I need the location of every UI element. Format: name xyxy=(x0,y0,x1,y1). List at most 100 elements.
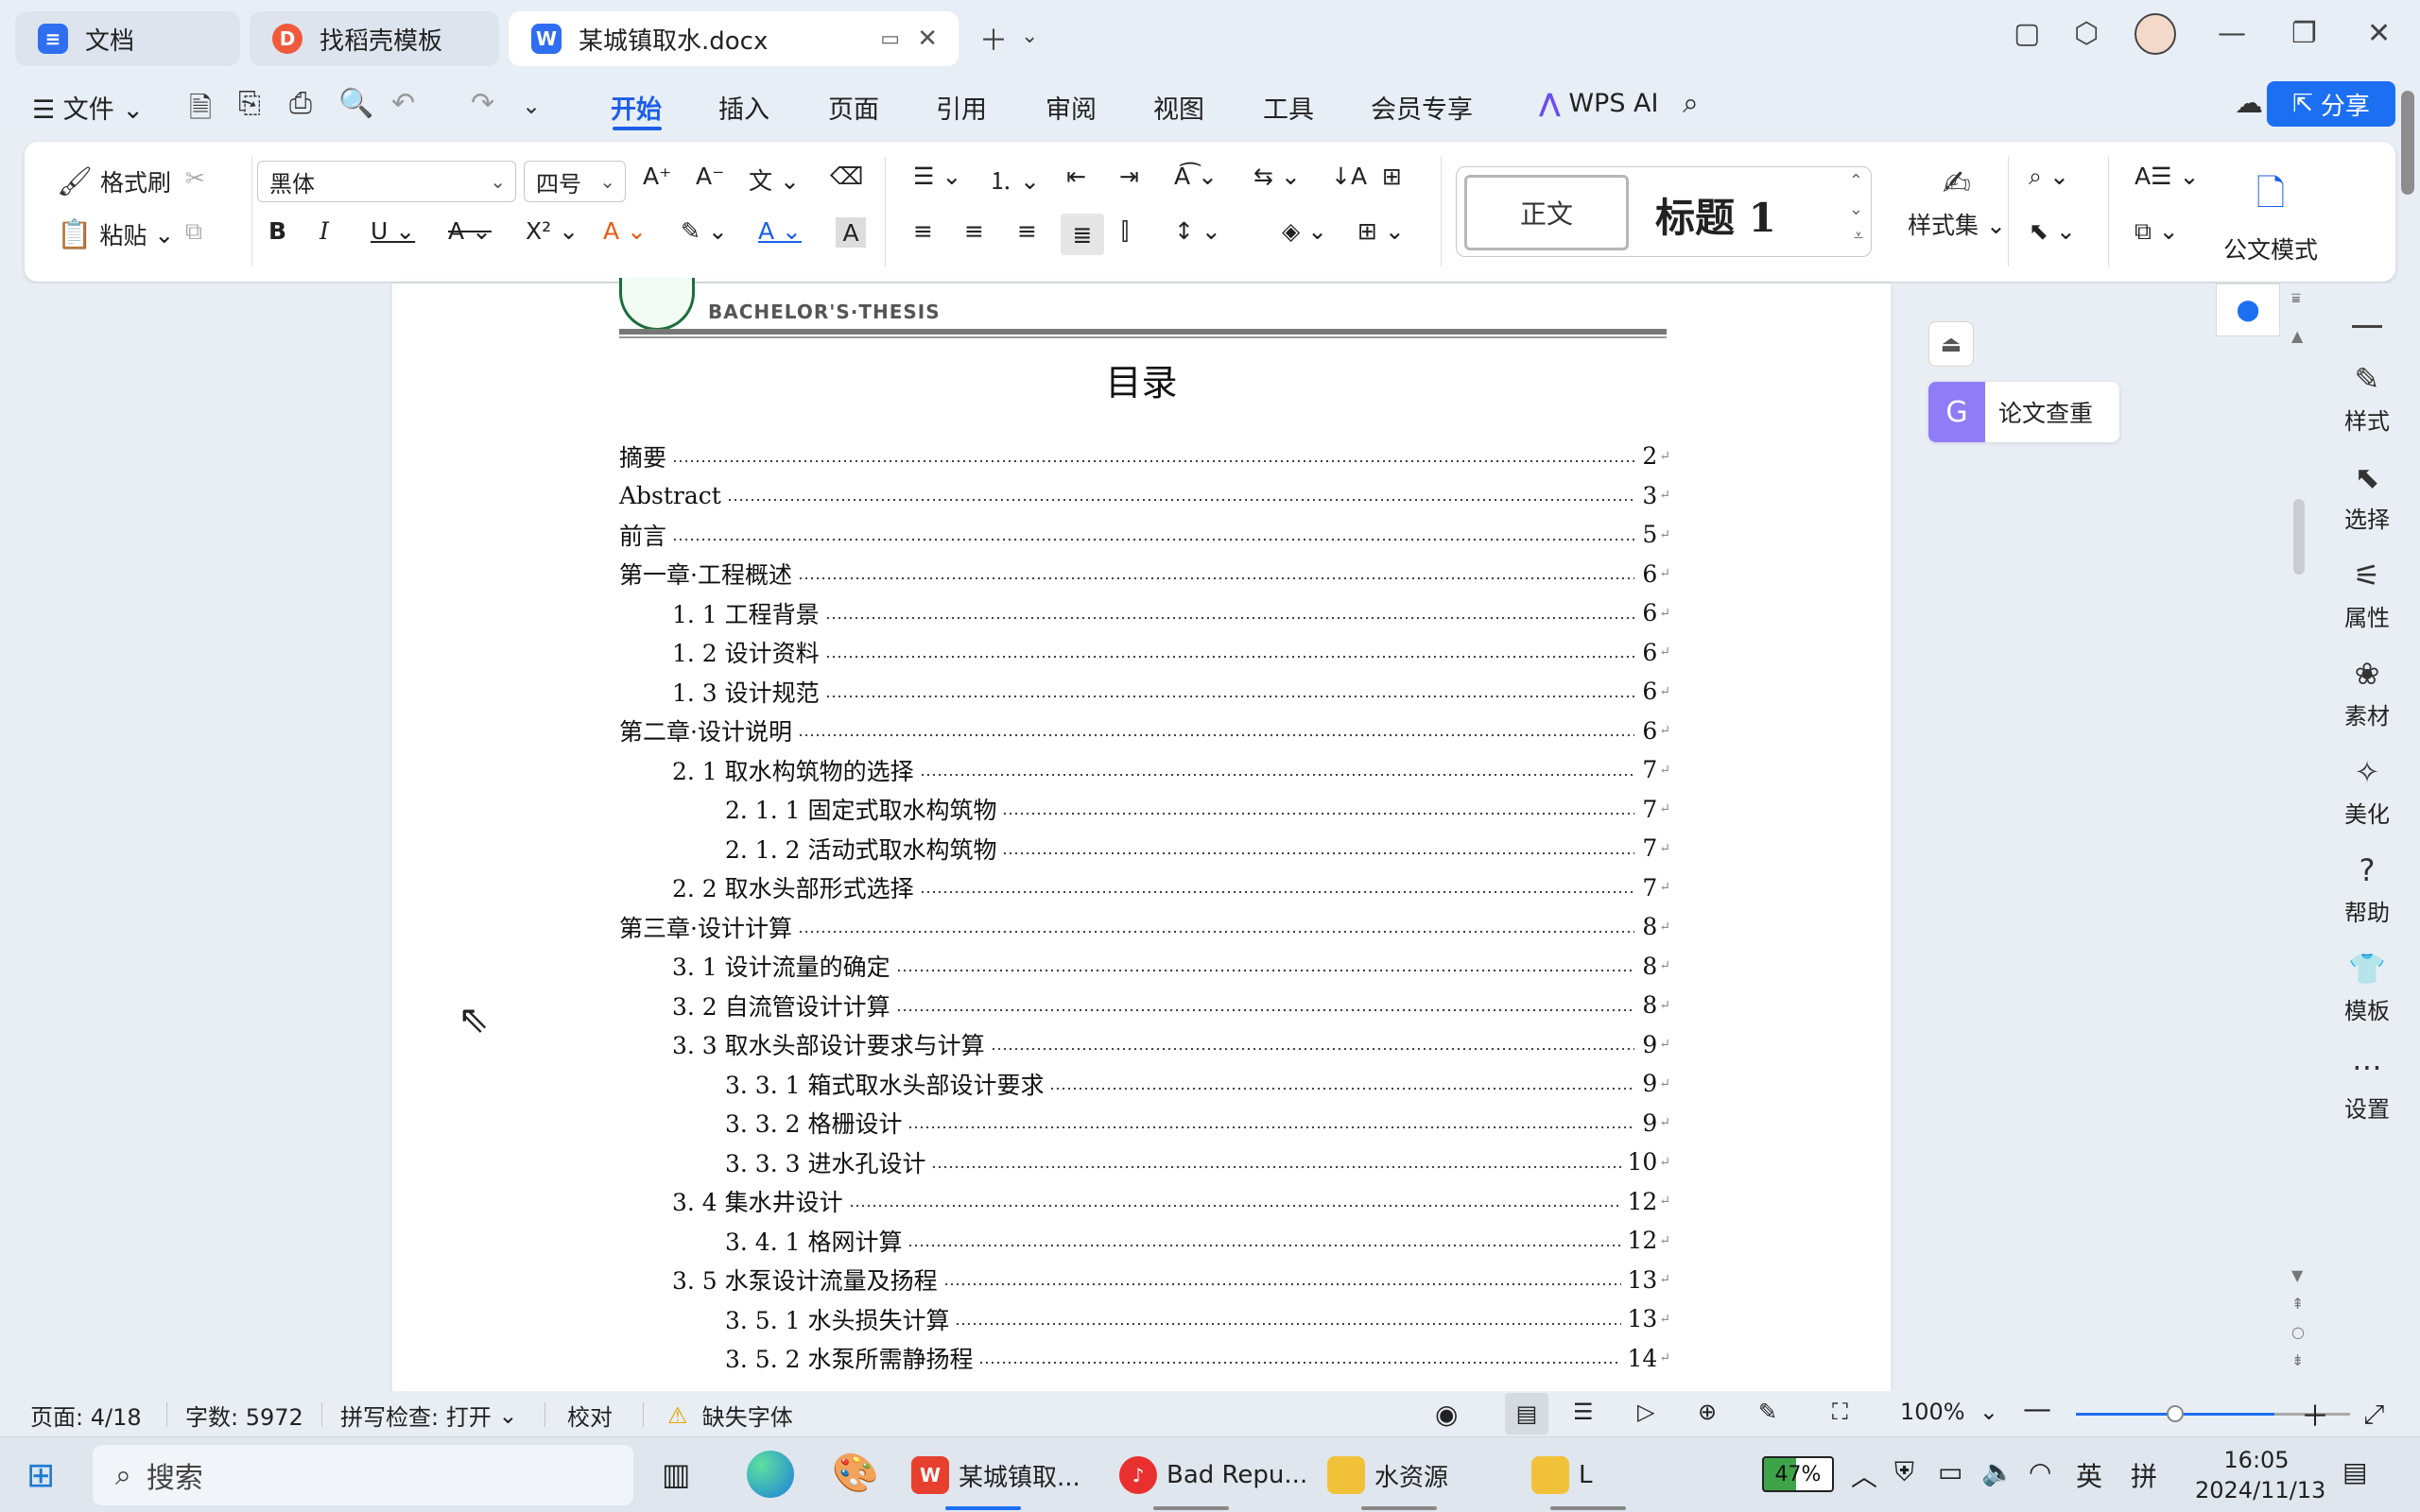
restore-icon[interactable]: ❐ xyxy=(2291,17,2317,50)
play-icon[interactable]: ▷ xyxy=(1637,1399,1654,1425)
paper-check-button[interactable]: G 论文查重 xyxy=(1928,382,2119,442)
shapes-icon[interactable]: ⧉ ⌄ xyxy=(2135,217,2179,246)
toc-entry[interactable]: 2. 1. 2 活动式取水构筑物 7 ↵ xyxy=(619,829,1670,868)
char-shading-icon[interactable]: A xyxy=(836,217,866,248)
eraser-icon[interactable]: ⌫ xyxy=(830,163,863,190)
scroll-up-arrow[interactable]: ▲ xyxy=(2291,327,2303,345)
toc-entry[interactable]: 3. 5. 1 水头损失计算 13 ↵ xyxy=(619,1299,1670,1339)
toc-entry[interactable]: 3. 1 设计流量的确定 8 ↵ xyxy=(619,947,1670,987)
increase-indent-icon[interactable]: ⇥ xyxy=(1119,163,1139,190)
proofread-button[interactable]: 校对 xyxy=(567,1399,613,1432)
new-tab-icon[interactable]: ＋ xyxy=(979,17,1008,59)
ime-language[interactable]: 英 xyxy=(2076,1456,2102,1494)
tab-current-document[interactable]: W 某城镇取水.docx ▭ ✕ xyxy=(509,11,959,66)
scroll-down-icon[interactable]: ⌄ xyxy=(1849,199,1863,219)
align-right-icon[interactable]: ≡ xyxy=(1017,217,1037,245)
window-icon[interactable]: ▭ xyxy=(880,27,900,51)
tab-member[interactable]: 会员专享 xyxy=(1371,89,1473,126)
close-tab-icon[interactable]: ✕ xyxy=(917,25,938,53)
numbered-list-icon[interactable]: ⒈ ⌄ xyxy=(989,163,1040,197)
volume-icon[interactable]: 🔈 xyxy=(1981,1456,2014,1487)
chevron-down-icon[interactable]: ⌄ xyxy=(1021,25,1038,48)
task-view-icon[interactable]: ▥ xyxy=(662,1456,690,1492)
export-icon[interactable]: ⎘ xyxy=(238,87,261,120)
document-page[interactable]: BACHELOR'S·THESIS 目录 摘要 2 ↵ Abstract 3 ↵ 前言 5 ↵ 第… xyxy=(392,278,1891,1391)
zoom-out-icon[interactable]: — xyxy=(2023,1393,2051,1426)
toc-entry[interactable]: 前言 5 ↵ xyxy=(619,515,1670,555)
edge-icon[interactable] xyxy=(747,1451,794,1498)
cube-icon[interactable]: ⬡ xyxy=(2074,17,2099,50)
toc-entry[interactable]: 1. 2 设计资料 6 ↵ xyxy=(619,633,1670,673)
outline-view-icon[interactable]: ☰ xyxy=(1573,1399,1594,1425)
right-panel-magic[interactable]: ✧ 美化 xyxy=(2314,754,2420,829)
prev-page-icon[interactable]: ⇞ xyxy=(2291,1295,2304,1313)
right-panel-cursor[interactable]: ⬉ 选择 xyxy=(2314,459,2420,534)
tab-review[interactable]: 审阅 xyxy=(1046,89,1097,126)
decrease-indent-icon[interactable]: ⇤ xyxy=(1066,163,1086,190)
page-view-icon[interactable]: ▤ xyxy=(1505,1393,1548,1435)
toc-entry[interactable]: 第三章·设计计算 8 ↵ xyxy=(619,907,1670,947)
style-set-button[interactable]: ✍ 样式集 ⌄ xyxy=(1908,164,2006,241)
right-panel-pen[interactable]: ✎ 样式 xyxy=(2314,361,2420,436)
toc-entry[interactable]: 3. 3. 2 格栅设计 9 ↵ xyxy=(619,1104,1670,1143)
close-window-icon[interactable]: ✕ xyxy=(2367,17,2391,50)
toc-entry[interactable]: 第二章·设计说明 6 ↵ xyxy=(619,712,1670,751)
minimize-icon[interactable]: — xyxy=(2218,17,2246,50)
select-browse-icon[interactable]: ○ xyxy=(2291,1323,2305,1341)
bullet-list-icon[interactable]: ☰ ⌄ xyxy=(913,163,961,190)
toc-entry[interactable]: Abstract 3 ↵ xyxy=(619,476,1670,516)
toc-entry[interactable]: 3. 5. 2 水泵所需静扬程 14 ↵ xyxy=(619,1339,1670,1379)
grow-font-icon[interactable]: A⁺ xyxy=(643,163,671,190)
font-name-select[interactable]: 黑体 ⌄ xyxy=(257,161,516,202)
sort-icon[interactable]: ↓A xyxy=(1331,163,1367,190)
toc-entry[interactable]: 2. 1 取水构筑物的选择 7 ↵ xyxy=(619,750,1670,790)
toc-entry[interactable]: 3. 2 自流管设计计算 8 ↵ xyxy=(619,986,1670,1025)
battery-indicator[interactable]: 47% xyxy=(1762,1456,1834,1492)
toc-entry[interactable]: 3. 3. 3 进水孔设计 10 ↵ xyxy=(619,1143,1670,1182)
text-direction-icon[interactable]: A͡ ⌄ xyxy=(1174,163,1218,190)
ime-mode[interactable]: 拼 xyxy=(2131,1456,2157,1494)
window-scrollbar[interactable] xyxy=(2401,91,2414,195)
collapse-panel-icon[interactable] xyxy=(2352,325,2382,328)
toc-entry[interactable]: 2. 1. 1 固定式取水构筑物 7 ↵ xyxy=(619,790,1670,830)
more-chevron-icon[interactable]: ⌄ xyxy=(522,93,541,119)
toc-entry[interactable]: 3. 3 取水头部设计要求与计算 9 ↵ xyxy=(619,1025,1670,1065)
font-size-select[interactable]: 四号 ⌄ xyxy=(524,161,626,202)
print-preview-icon[interactable]: 🔍 xyxy=(338,87,373,120)
eye-protection-icon[interactable]: ◉ xyxy=(1435,1399,1458,1430)
justify-icon[interactable]: ≣ xyxy=(1061,214,1104,255)
fullscreen-icon[interactable]: ⤢ xyxy=(2363,1399,2384,1431)
borders-icon[interactable]: ⊞ ⌄ xyxy=(1357,217,1405,245)
zoom-slider-knob[interactable] xyxy=(2167,1405,2184,1422)
tab-insert[interactable]: 插入 xyxy=(718,89,769,126)
cloud-upload-icon[interactable]: ☁ xyxy=(2235,87,2263,120)
text-effect-icon[interactable]: A ⌄ xyxy=(603,217,647,245)
right-panel-more[interactable]: ⋯ 设置 xyxy=(2314,1049,2420,1124)
redo-icon[interactable]: ↷ xyxy=(471,87,494,120)
official-mode-button[interactable]: 🗋 公文模式 xyxy=(2223,166,2318,266)
tab-documents[interactable]: ≡ 文档 xyxy=(15,11,240,66)
text-layout-icon[interactable]: A☰ ⌄ xyxy=(2135,163,2199,190)
toc-entry[interactable]: 3. 5 水泵设计流量及扬程 13 ↵ xyxy=(619,1261,1670,1300)
align-left-icon[interactable]: ≡ xyxy=(913,217,933,245)
toc-entry[interactable]: 3. 4 集水井设计 12 ↵ xyxy=(619,1182,1670,1222)
web-view-icon[interactable]: ⊕ xyxy=(1698,1399,1717,1425)
paste-button[interactable]: 📋 粘贴 ⌄ xyxy=(57,217,174,251)
line-spacing-switch-icon[interactable]: ⇆ ⌄ xyxy=(1253,163,1301,190)
pen-mode-icon[interactable]: ✎ xyxy=(1758,1399,1777,1425)
scroll-up-icon[interactable]: ⌃ xyxy=(1849,171,1863,191)
page-indicator[interactable]: 页面: 4/18 xyxy=(30,1399,142,1432)
battery-icon[interactable]: ▭ xyxy=(1938,1456,1962,1487)
italic-icon[interactable]: I xyxy=(320,217,329,245)
strikethrough-icon[interactable]: A ⌄ xyxy=(448,217,492,245)
chevron-up-icon[interactable]: ︿ xyxy=(1851,1456,1877,1494)
location-pin-icon[interactable]: ⬤ xyxy=(2216,284,2280,336)
toc-entry[interactable]: 2. 2 取水头部形式选择 7 ↵ xyxy=(619,868,1670,908)
zoom-in-icon[interactable]: ＋ xyxy=(2301,1393,2329,1435)
shading-icon[interactable]: ◈ ⌄ xyxy=(1282,217,1327,245)
align-center-icon[interactable]: ≡ xyxy=(964,217,984,245)
font-color-icon[interactable]: A ⌄ xyxy=(758,217,802,245)
style-normal[interactable]: 正文 xyxy=(1464,175,1629,250)
windows-start-icon[interactable]: ⊞ xyxy=(26,1456,55,1495)
tab-docer-templates[interactable]: D 找稻壳模板 xyxy=(250,11,499,66)
